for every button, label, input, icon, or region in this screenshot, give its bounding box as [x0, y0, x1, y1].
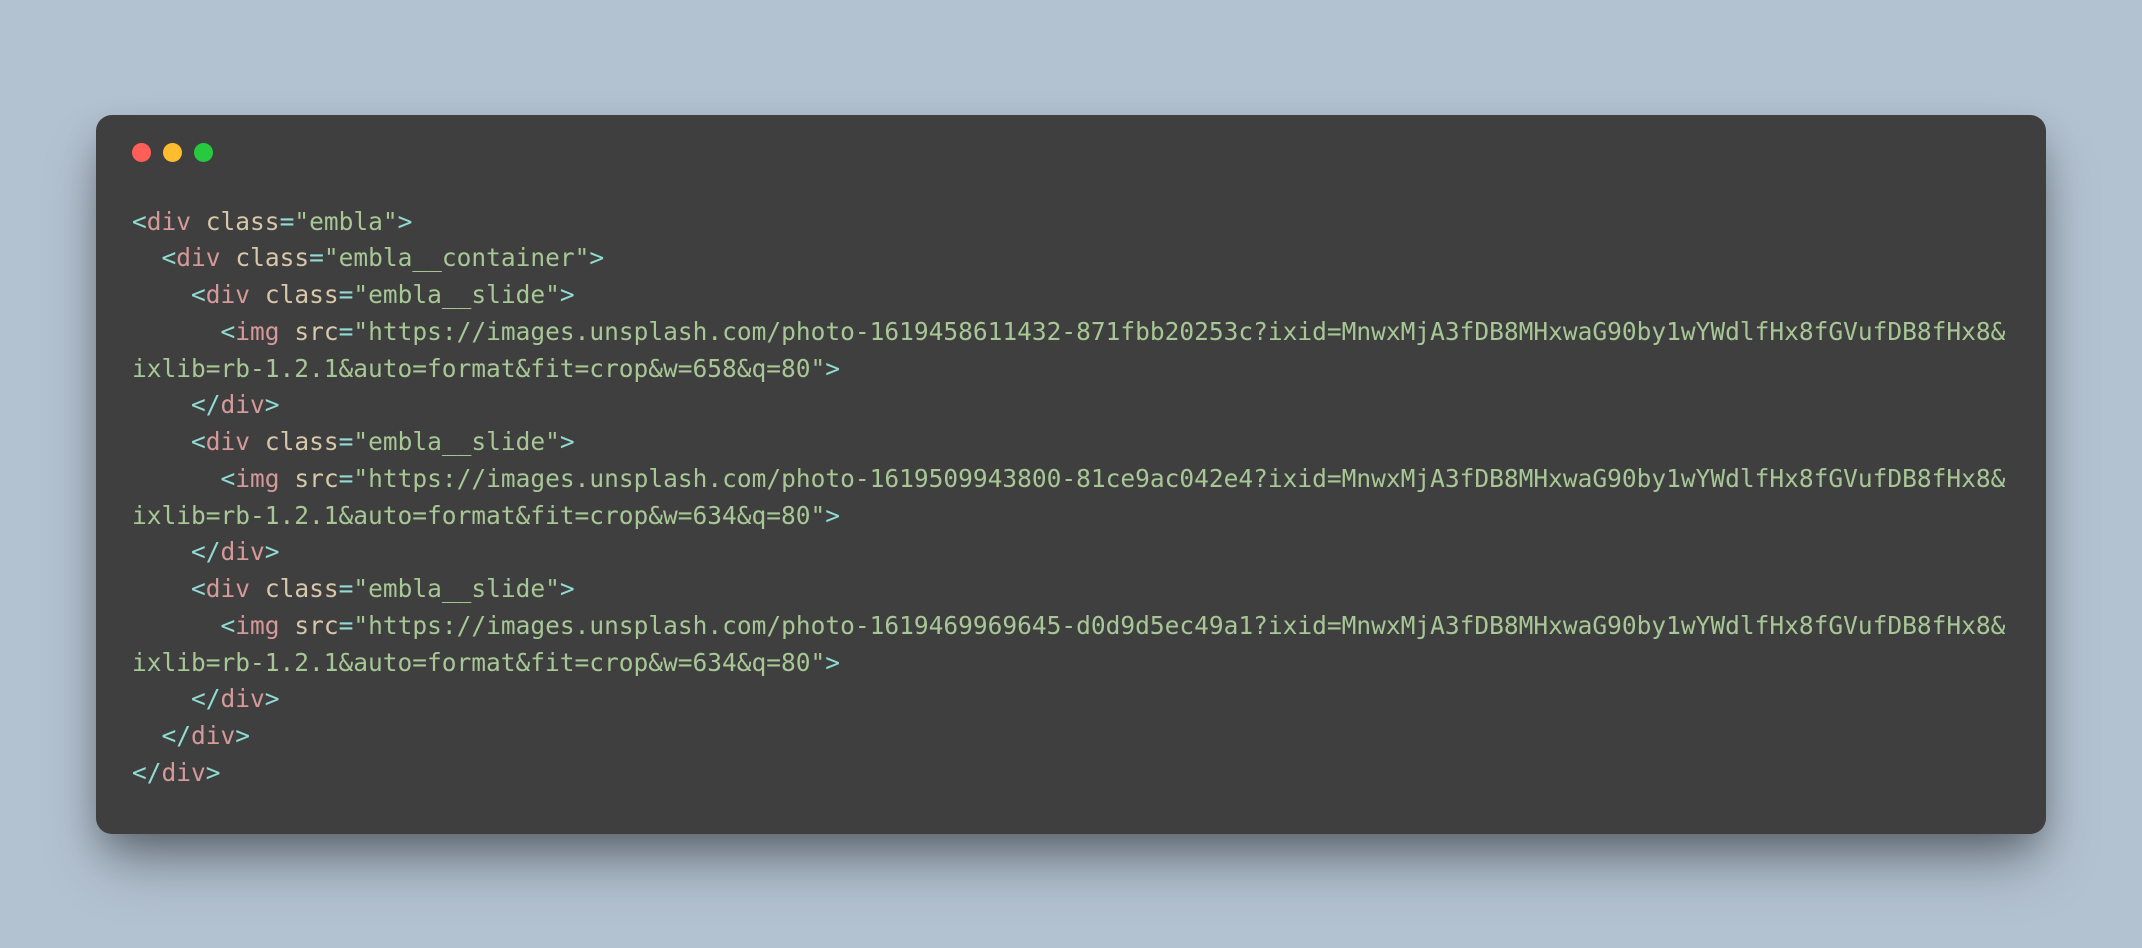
code-token: = [339, 427, 354, 456]
code-token: class [206, 207, 280, 236]
code-token: > [589, 243, 604, 272]
code-token: = [339, 464, 354, 493]
code-token: = [339, 317, 354, 346]
code-token: < [191, 427, 206, 456]
code-token: > [825, 501, 840, 530]
code-token: img [235, 317, 279, 346]
code-token: "https://images.unsplash.com/photo-16195… [132, 464, 2005, 530]
code-token: < [221, 611, 236, 640]
code-token: "embla__container" [324, 243, 590, 272]
code-token: div [221, 390, 265, 419]
code-token: = [309, 243, 324, 272]
code-token [132, 537, 191, 566]
code-block: <div class="embla"> <div class="embla__c… [132, 204, 2010, 792]
code-token: > [235, 721, 250, 750]
code-token [132, 464, 221, 493]
code-token: "https://images.unsplash.com/photo-16194… [132, 317, 2005, 383]
code-token [280, 464, 295, 493]
code-token: = [339, 280, 354, 309]
code-token: "embla__slide" [353, 280, 560, 309]
code-token [132, 280, 191, 309]
code-token: </ [191, 537, 221, 566]
code-token [132, 721, 162, 750]
code-token [250, 574, 265, 603]
code-token [132, 611, 221, 640]
code-token: div [191, 721, 235, 750]
code-token [221, 243, 236, 272]
code-token: src [294, 464, 338, 493]
code-token: "embla__slide" [353, 574, 560, 603]
code-token: img [235, 464, 279, 493]
code-token [132, 427, 191, 456]
code-window: <div class="embla"> <div class="embla__c… [96, 115, 2046, 834]
code-token: </ [191, 684, 221, 713]
window-close-dot[interactable] [132, 143, 151, 162]
code-token: > [825, 648, 840, 677]
code-token: > [265, 684, 280, 713]
code-token: class [265, 574, 339, 603]
code-token: = [339, 611, 354, 640]
code-token: < [191, 574, 206, 603]
code-token [191, 207, 206, 236]
code-token [132, 243, 162, 272]
code-token: < [221, 464, 236, 493]
window-minimize-dot[interactable] [163, 143, 182, 162]
code-token: class [235, 243, 309, 272]
code-token: = [339, 574, 354, 603]
code-token [132, 390, 191, 419]
code-token: > [265, 390, 280, 419]
code-token [250, 427, 265, 456]
code-token: div [206, 280, 250, 309]
code-token [250, 280, 265, 309]
code-token [132, 574, 191, 603]
code-token: > [560, 574, 575, 603]
code-token [280, 611, 295, 640]
code-token: "embla__slide" [353, 427, 560, 456]
code-token: class [265, 427, 339, 456]
code-token: div [221, 684, 265, 713]
window-titlebar [132, 143, 2010, 162]
code-token: class [265, 280, 339, 309]
code-token: < [162, 243, 177, 272]
code-token: div [206, 574, 250, 603]
code-token [132, 684, 191, 713]
code-token: div [221, 537, 265, 566]
code-token: < [191, 280, 206, 309]
code-token: "https://images.unsplash.com/photo-16194… [132, 611, 2005, 677]
code-token [280, 317, 295, 346]
code-token: > [265, 537, 280, 566]
code-token [132, 317, 221, 346]
code-token: < [132, 207, 147, 236]
code-token: > [206, 758, 221, 787]
code-token: "embla" [294, 207, 397, 236]
code-token: = [280, 207, 295, 236]
code-token: > [560, 427, 575, 456]
code-token: </ [162, 721, 192, 750]
code-token: div [176, 243, 220, 272]
code-token: > [398, 207, 413, 236]
code-token: div [162, 758, 206, 787]
code-token: </ [132, 758, 162, 787]
code-token: > [560, 280, 575, 309]
code-token: </ [191, 390, 221, 419]
code-token: src [294, 611, 338, 640]
code-token: < [221, 317, 236, 346]
code-token: > [825, 354, 840, 383]
code-token: div [206, 427, 250, 456]
code-token: src [294, 317, 338, 346]
code-token: div [147, 207, 191, 236]
window-maximize-dot[interactable] [194, 143, 213, 162]
code-token: img [235, 611, 279, 640]
